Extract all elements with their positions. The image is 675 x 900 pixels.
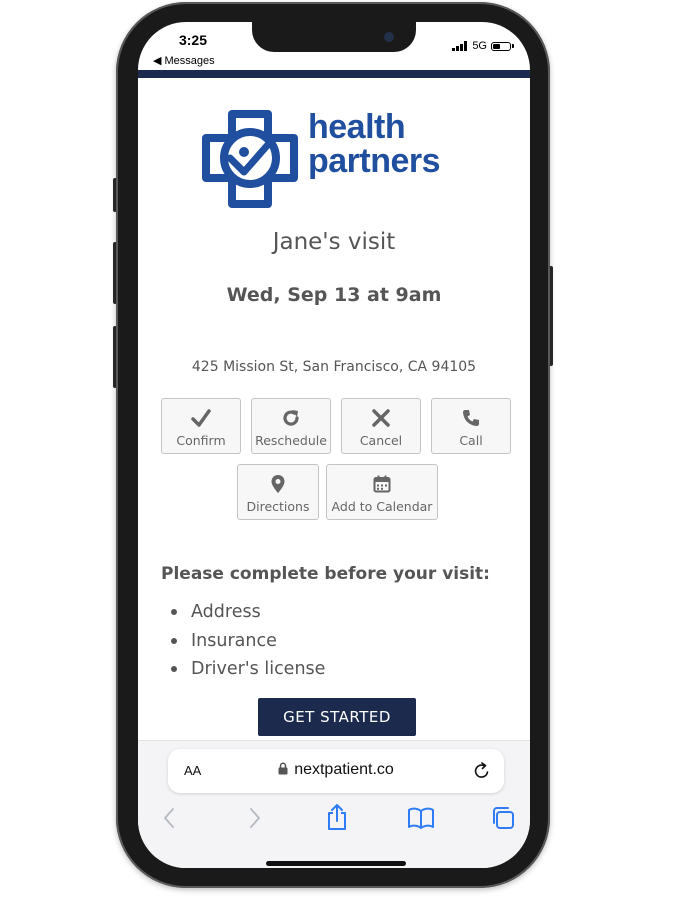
front-camera [384,32,394,42]
brand-line-2: partners [308,142,441,180]
cancel-button[interactable]: Cancel [341,398,421,454]
requirements-title: Please complete before your visit: [161,564,490,584]
list-item: Driver's license [171,655,325,684]
browser-toolbar: AA nextpatient.co [138,740,530,868]
tabs-icon[interactable] [490,805,516,831]
signal-icon [452,41,468,51]
confirm-label: Confirm [176,433,226,448]
calendar-icon [373,473,391,495]
directions-button[interactable]: Directions [237,464,319,520]
status-time: 3:25 [178,32,208,48]
close-icon [371,407,391,429]
medical-cross-logo-icon [202,110,298,208]
lock-icon [278,762,288,775]
battery-cap [512,44,514,48]
network-type: 5G [472,40,487,52]
directions-label: Directions [246,499,310,514]
battery-icon [491,41,511,51]
reschedule-label: Reschedule [255,433,327,448]
bullet [171,666,177,673]
phone-icon [461,407,481,429]
list-item: Insurance [171,627,325,656]
status-indicators: 5G [452,40,514,52]
share-icon[interactable] [326,803,348,831]
reschedule-button[interactable]: Reschedule [251,398,331,454]
cancel-label: Cancel [359,433,403,448]
refresh-icon [281,407,301,429]
header-strip [138,70,530,78]
brand-line-1: health [308,108,406,146]
visit-address: 425 Mission St, San Francisco, CA 94105 [191,359,477,375]
brand-name: health partners [308,108,441,180]
requirement-label: Insurance [191,630,277,651]
back-to-messages[interactable]: ◀ Messages [153,54,215,67]
bullet [171,609,177,616]
requirements-list: Address Insurance Driver's license [171,598,325,684]
requirement-label: Address [191,602,261,623]
call-button[interactable]: Call [431,398,511,454]
forward-chevron-icon[interactable] [248,807,262,829]
bullet [171,637,177,644]
phone-screen: 3:25 ◀ Messages 5G health partners Jane'… [138,22,530,868]
brand-logo: health partners [198,108,468,212]
check-icon [191,407,211,429]
requirement-label: Driver's license [191,659,326,680]
back-chevron-icon[interactable] [162,807,176,829]
url-display[interactable]: nextpatient.co [168,761,504,779]
bookmarks-icon[interactable] [407,807,435,829]
add-to-calendar-label: Add to Calendar [331,499,433,514]
notch [252,22,416,52]
reload-icon[interactable] [472,761,492,781]
confirm-button[interactable]: Confirm [161,398,241,454]
address-bar[interactable]: AA nextpatient.co [168,749,504,793]
url-text: nextpatient.co [294,761,394,778]
get-started-button[interactable]: GET STARTED [258,698,416,736]
call-label: Call [459,433,483,448]
add-to-calendar-button[interactable]: Add to Calendar [326,464,438,520]
home-indicator[interactable] [266,861,406,866]
map-pin-icon [270,473,286,495]
list-item: Address [171,598,325,627]
visit-datetime: Wed, Sep 13 at 9am [226,284,442,306]
visit-title: Jane's visit [272,229,396,255]
